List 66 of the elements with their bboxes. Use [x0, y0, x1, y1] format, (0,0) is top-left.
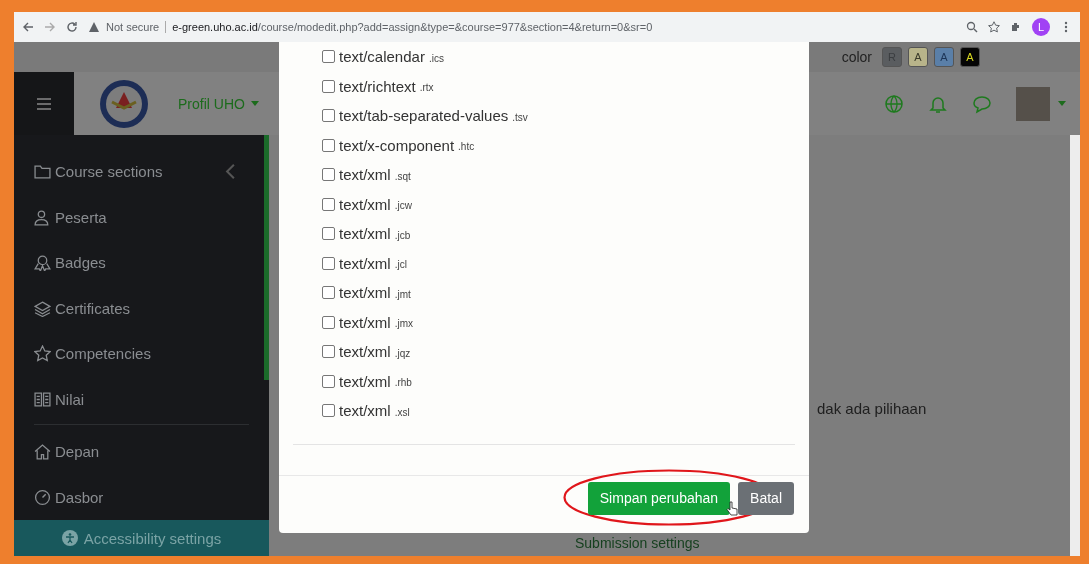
sidebar-item[interactable]: Certificates: [34, 285, 249, 331]
book-icon: [34, 390, 51, 408]
zoom-icon[interactable]: [966, 21, 978, 33]
back-icon[interactable]: [22, 21, 34, 33]
folder-icon: [34, 163, 51, 181]
layers-icon: [34, 299, 51, 317]
url-text[interactable]: e-green.uho.ac.id/course/modedit.php?add=assign&type=&course=977&section=4&return=0&sr=0: [172, 21, 653, 33]
sidebar-item[interactable]: Peserta: [34, 194, 249, 240]
menu-icon: [37, 97, 51, 110]
sidebar-item[interactable]: Badges: [34, 240, 249, 286]
file-type-option[interactable]: text/xml .sqt: [322, 160, 809, 190]
checkbox[interactable]: [322, 374, 335, 388]
section-heading[interactable]: Submission settings: [575, 535, 700, 551]
warning-icon: [88, 21, 100, 33]
accessibility-icon: [61, 530, 78, 546]
checkbox[interactable]: [322, 138, 335, 152]
file-type-option[interactable]: text/xml .rhb: [322, 366, 809, 396]
file-type-option[interactable]: text/x-component .htc: [322, 130, 809, 160]
checkbox[interactable]: [322, 404, 335, 418]
checkbox[interactable]: [322, 286, 335, 300]
sidebar-item[interactable]: Course sections: [34, 149, 249, 195]
sidebar-item[interactable]: Depan: [34, 429, 249, 475]
checkbox[interactable]: [322, 50, 335, 64]
accessibility-settings-button[interactable]: Accessibility settings: [14, 520, 269, 556]
file-type-option[interactable]: text/xml .jcb: [322, 219, 809, 249]
checkbox[interactable]: [322, 168, 335, 182]
users-icon: [34, 208, 51, 226]
file-type-option[interactable]: text/xml .jmt: [322, 278, 809, 308]
reload-icon[interactable]: [66, 21, 78, 33]
checkbox[interactable]: [322, 79, 335, 93]
checkbox[interactable]: [322, 315, 335, 329]
scrollbar[interactable]: [1070, 135, 1080, 556]
checkbox[interactable]: [322, 227, 335, 241]
file-type-option[interactable]: text/xml .xsl: [322, 396, 809, 426]
puzzle-icon[interactable]: [1010, 21, 1022, 33]
profile-avatar[interactable]: L: [1032, 18, 1050, 36]
home-icon: [34, 443, 51, 461]
color-scheme-button[interactable]: A: [908, 47, 928, 67]
checkbox[interactable]: [322, 109, 335, 123]
file-type-option[interactable]: text/xml .jcl: [322, 248, 809, 278]
sidebar-item[interactable]: Dasbor: [34, 474, 249, 520]
badge-icon: [34, 254, 51, 272]
option-text: dak ada pilihaan: [817, 400, 927, 417]
star-icon[interactable]: [988, 21, 1000, 33]
gauge-icon: [34, 488, 51, 506]
sidebar-item[interactable]: Competencies: [34, 331, 249, 377]
security-label: Not secure: [106, 21, 160, 33]
file-type-option[interactable]: text/xml .jcw: [322, 189, 809, 219]
sidebar-item[interactable]: Nilai: [34, 376, 249, 422]
checkbox[interactable]: [322, 345, 335, 359]
color-scheme-button[interactable]: A: [934, 47, 954, 67]
file-type-option[interactable]: text/xml .jmx: [322, 307, 809, 337]
file-type-option[interactable]: text/calendar .ics: [322, 42, 809, 72]
file-type-option[interactable]: text/xml .jqz: [322, 337, 809, 367]
file-type-option[interactable]: text/richtext .rtx: [322, 71, 809, 101]
cancel-button[interactable]: Batal: [738, 481, 794, 515]
color-scheme-button[interactable]: A: [960, 47, 980, 67]
menu-button[interactable]: [14, 72, 74, 135]
save-button[interactable]: Simpan perubahan: [587, 481, 731, 515]
color-label: color: [841, 49, 872, 65]
caret-icon: [250, 100, 259, 107]
file-type-option[interactable]: text/tab-separated-values .tsv: [322, 101, 809, 131]
hand-cursor-icon: [725, 500, 738, 516]
star-icon: [34, 345, 51, 363]
checkbox[interactable]: [322, 256, 335, 270]
checkbox[interactable]: [322, 197, 335, 211]
